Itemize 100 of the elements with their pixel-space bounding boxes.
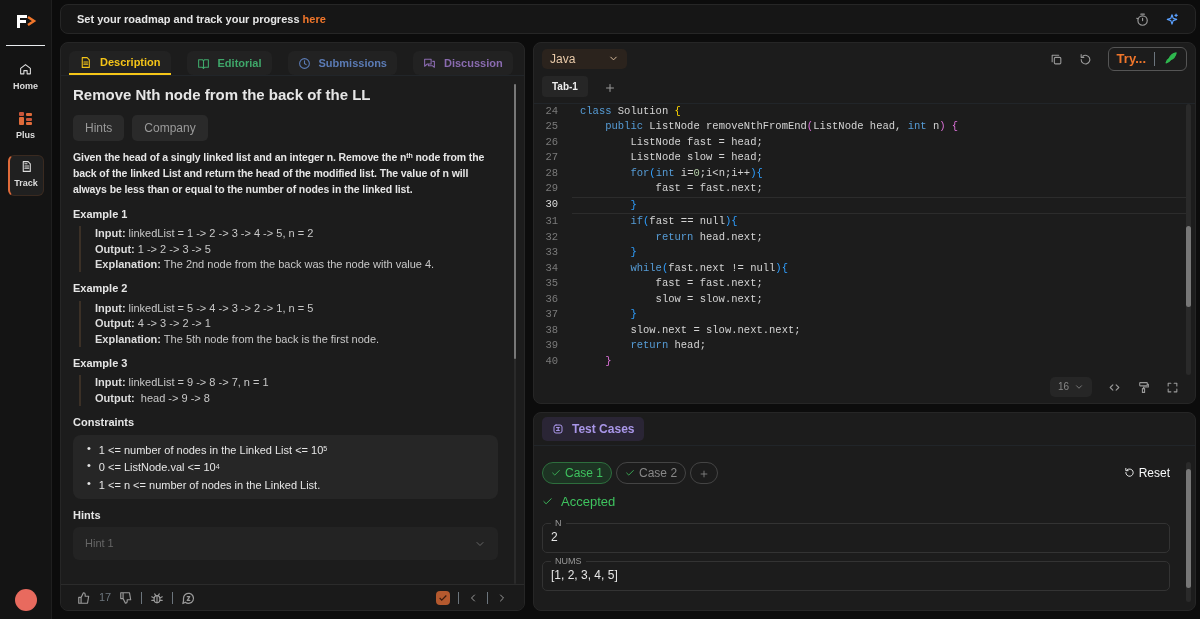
testcases-tab[interactable]: Test Cases xyxy=(542,416,645,441)
testcase-icon xyxy=(552,422,564,435)
thumbs-up-icon xyxy=(77,591,91,606)
example-line: Output: head -> 9 -> 8 xyxy=(95,390,211,406)
line-number: 29 xyxy=(544,181,558,197)
example-heading: Example 3 xyxy=(73,355,129,371)
banner-link[interactable]: here xyxy=(302,12,326,25)
plus-icon xyxy=(603,81,616,94)
code-line: ListNode fast = head; xyxy=(629,134,764,150)
editor-tab[interactable]: Tab-1 xyxy=(542,76,588,98)
section-heading: Constraints xyxy=(73,415,136,431)
thumbs-down-icon xyxy=(119,591,134,606)
constraint-item: 1 <= number of nodes in the Linked List <= 10$^{5}$ xyxy=(98,442,328,458)
check-icon xyxy=(438,592,448,603)
line-number: 35 xyxy=(544,276,558,292)
timer-icon xyxy=(1135,12,1149,27)
book-icon xyxy=(196,56,210,70)
reset-button[interactable]: Reset xyxy=(1123,463,1170,482)
code-line: slow.next = slow.next.next; xyxy=(629,322,802,338)
example-line: Input: linkedList = 1 -> 2 -> 3 -> 4 -> 5, n = 2 xyxy=(95,226,315,242)
tab[interactable]: Submissions xyxy=(287,50,397,76)
example-heading: Example 2 xyxy=(73,281,129,297)
document-icon xyxy=(79,55,92,69)
problem-title: Remove Nth node from the back of the LL xyxy=(73,85,372,106)
blocks-icon xyxy=(19,111,32,125)
test-input-field[interactable]: NUMS [1, 2, 3, 4, 5] xyxy=(542,557,1170,592)
section-heading: Hints xyxy=(73,507,102,523)
code-line: } xyxy=(604,353,613,369)
test-input-field[interactable]: N 2 xyxy=(542,519,1170,554)
chat-icon xyxy=(181,590,197,606)
example-heading: Example 1 xyxy=(73,206,129,222)
line-number: 31 xyxy=(544,214,558,230)
home-icon xyxy=(19,63,32,77)
example-line: Output: 4 -> 3 -> 2 -> 1 xyxy=(95,316,212,332)
language-dropdown[interactable]: Java xyxy=(542,48,627,69)
scrollbar[interactable] xyxy=(1186,103,1191,375)
code-line: ListNode slow = head; xyxy=(629,150,764,166)
line-number: 27 xyxy=(544,150,558,166)
constraint-item: 0 <= ListNode.val <= 10$^{4}$ xyxy=(98,460,220,476)
example-line: Explanation: The 2nd node from the back was the node with value 4. xyxy=(95,256,436,272)
line-number: 36 xyxy=(544,291,558,307)
try-button[interactable]: Try... xyxy=(1107,46,1187,71)
example-line: Input: linkedList = 9 -> 8 -> 7, n = 1 xyxy=(95,375,270,391)
code-line: public ListNode removeNthFromEnd(ListNode head, int n) { xyxy=(604,119,960,135)
bug-icon xyxy=(150,591,165,606)
copy-icon xyxy=(1049,53,1063,67)
code-line: for(int i=0;i<n;i++){ xyxy=(629,165,764,181)
line-number: 32 xyxy=(544,229,558,245)
font-size-dropdown[interactable]: 16 xyxy=(1050,376,1092,397)
tag-chip[interactable]: Hints xyxy=(73,114,125,141)
tab[interactable]: Editorial xyxy=(186,50,272,76)
code-line: } xyxy=(572,196,1186,215)
example-line: Output: 1 -> 2 -> 3 -> 5 xyxy=(95,241,212,257)
solved-checkbox[interactable] xyxy=(436,590,450,605)
code-line: return head; xyxy=(629,338,708,354)
scrollbar[interactable] xyxy=(514,84,516,585)
code-line: fast = fast.next; xyxy=(654,276,764,292)
line-number: 38 xyxy=(544,322,558,338)
case-tab[interactable]: Case 1 xyxy=(542,461,613,484)
paint-roller-icon xyxy=(1137,381,1150,395)
line-number: 33 xyxy=(544,245,558,261)
problem-statement: Given the head of a singly linked list and an integer n. Remove the n$^{th}$ node from the back of the linked List and return the head of the modified list. The value of n will always be less than or equal to the number of nodes in the linked list. xyxy=(73,149,486,198)
check-icon xyxy=(551,467,561,478)
check-icon xyxy=(625,467,636,478)
chat-icon xyxy=(423,56,436,70)
bullet: • xyxy=(87,458,91,474)
reset-icon xyxy=(1123,467,1135,479)
tab[interactable]: Description xyxy=(69,50,171,76)
sidebar-item[interactable]: Track xyxy=(7,155,44,196)
banner-text: Set your roadmap and track your progress here xyxy=(77,11,327,27)
tag-chip[interactable]: Company xyxy=(132,114,208,141)
line-number: 40 xyxy=(544,353,558,369)
bullet: • xyxy=(87,475,91,491)
line-number: 34 xyxy=(544,260,558,276)
code-line: } xyxy=(629,307,638,323)
constraint-item: 1 <= n <= number of nodes in the Linked List. xyxy=(98,477,321,493)
code-line: } xyxy=(629,245,638,261)
like-count: 17 xyxy=(99,590,112,606)
code-line: return head.next; xyxy=(654,229,764,245)
code-line: class Solution { xyxy=(579,103,682,119)
sidebar-item[interactable]: Plus xyxy=(7,106,44,148)
line-number: 39 xyxy=(544,338,558,354)
example-line: Explanation: The 5th node from the back is the first node. xyxy=(95,331,381,347)
verdict-text: Accepted xyxy=(561,492,616,511)
user-avatar[interactable] xyxy=(14,589,37,611)
line-number: 24 xyxy=(544,103,558,119)
logo-icon[interactable] xyxy=(14,13,37,30)
sidebar-item[interactable]: Home xyxy=(7,58,44,99)
fullscreen-icon xyxy=(1166,381,1179,395)
line-number: 30 xyxy=(544,196,558,212)
code-line: if(fast == null){ xyxy=(629,214,739,230)
tab[interactable]: Discussion xyxy=(413,50,513,76)
scrollbar[interactable] xyxy=(1186,461,1191,602)
bullet: • xyxy=(87,440,91,456)
line-number: 28 xyxy=(544,165,558,181)
line-number: 26 xyxy=(544,134,558,150)
code-line: while(fast.next != null){ xyxy=(629,260,789,276)
example-line: Input: linkedList = 5 -> 4 -> 3 -> 2 -> 1, n = 5 xyxy=(95,300,315,316)
clock-icon xyxy=(297,56,311,70)
line-number: 37 xyxy=(544,307,558,323)
